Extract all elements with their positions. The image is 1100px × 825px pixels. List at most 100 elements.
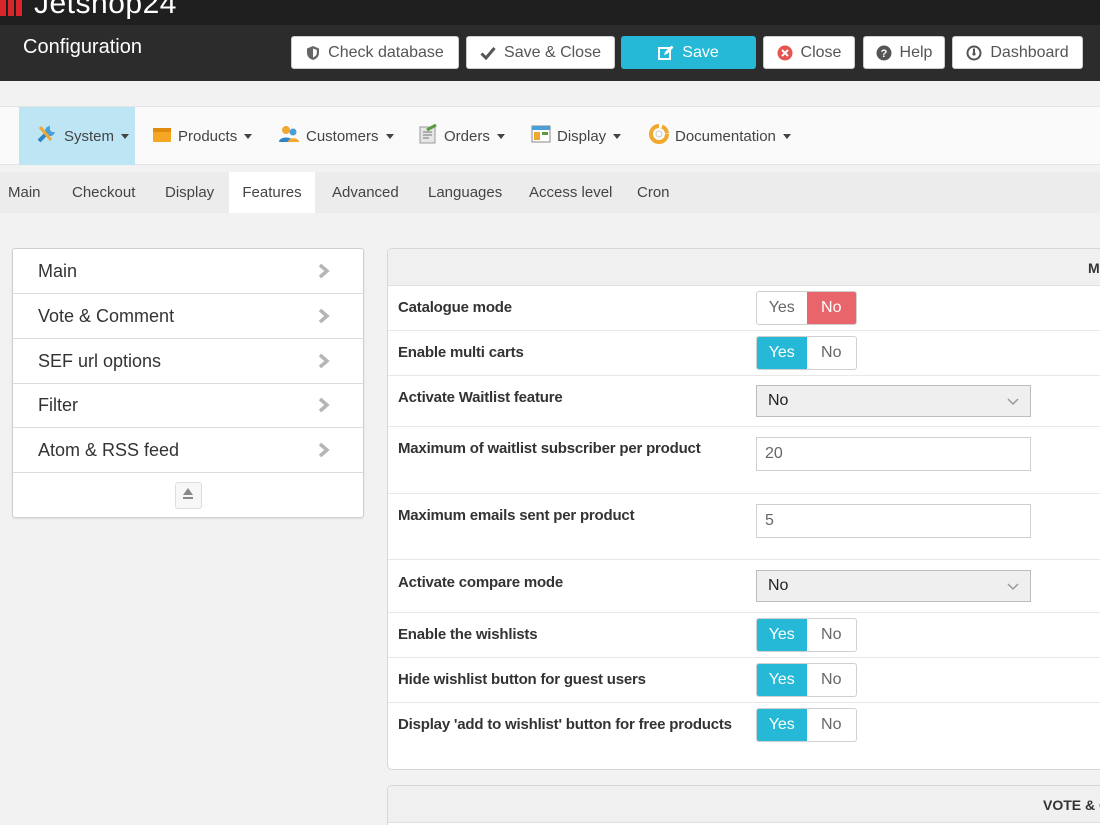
close-circle-icon [777,45,793,61]
menu-item-customers-label: Customers [306,127,379,145]
compare-mode-select[interactable]: No [756,570,1031,602]
setting-label: Maximum of waitlist subscriber per produ… [398,440,701,457]
section-nav-item-vote-comment[interactable]: Vote & Comment [13,294,363,339]
section-nav-item-filter[interactable]: Filter [13,383,363,428]
tab-checkout[interactable]: Checkout [72,172,135,213]
scroll-top-button[interactable] [174,481,202,509]
close-label: Close [800,43,842,61]
close-button[interactable]: Close [763,36,855,69]
edit-icon [658,45,674,61]
panel-title: M [1088,260,1100,276]
hide-wishlist-guest-switch[interactable]: Yes No [756,663,857,697]
menu-item-system-label: System [64,127,115,145]
brand-bar: Jetshop24 [0,0,1100,25]
emails-max-input[interactable] [756,504,1031,538]
vote-comment-panel: VOTE & C [387,785,1100,825]
main-menu: System Products Customers Orders Display [0,106,1100,165]
tab-access-level[interactable]: Access level [529,172,612,213]
chevron-right-icon [317,397,331,413]
page-title: Configuration [23,36,142,58]
menu-item-products-label: Products [178,127,238,145]
setting-label: Maximum emails sent per product [398,507,635,524]
setting-label: Catalogue mode [398,299,512,316]
chevron-right-icon [317,308,331,324]
section-nav-label: Atom & RSS feed [38,439,180,460]
switch-no[interactable]: No [807,619,857,651]
multi-carts-switch[interactable]: Yes No [756,336,857,370]
menu-item-orders[interactable]: Orders [418,107,505,165]
menu-item-display-label: Display [557,127,607,145]
help-button[interactable]: ? Help [863,36,945,69]
setting-label: Activate compare mode [398,574,564,591]
switch-yes[interactable]: Yes [757,619,807,651]
config-tabs: Main Checkout Display Features Advanced … [0,172,1100,213]
section-nav-footer [13,473,363,517]
chevron-down-icon [613,133,622,139]
menu-item-orders-label: Orders [444,127,490,145]
brand-logo[interactable]: Jetshop24 [0,0,177,21]
chevron-right-icon [317,442,331,458]
switch-yes[interactable]: Yes [757,337,807,369]
features-main-panel: M Catalogue mode Yes No Enable multi car… [387,248,1100,770]
section-nav: Main Vote & Comment SEF url options Filt… [12,248,364,518]
chevron-down-icon [1006,395,1020,407]
tab-cron[interactable]: Cron [637,172,670,213]
setting-label: Display 'add to wishlist' button for fre… [398,716,732,733]
tab-display[interactable]: Display [165,172,214,213]
menu-item-products[interactable]: Products [152,107,253,165]
setting-label: Enable the wishlists [398,626,538,643]
catalogue-mode-switch[interactable]: Yes No [756,291,857,325]
box-icon [152,124,172,148]
menu-item-system[interactable]: System [19,107,135,165]
waitlist-select[interactable]: No [756,385,1031,417]
svg-text:?: ? [880,48,887,60]
setting-row-emails-max: Maximum emails sent per product [388,494,1100,560]
setting-row-waitlist-max: Maximum of waitlist subscriber per produ… [388,427,1100,494]
save-button[interactable]: Save [621,36,756,69]
switch-no[interactable]: No [807,709,857,741]
tools-icon [36,124,58,148]
switch-no[interactable]: No [807,664,857,696]
check-database-button[interactable]: Check database [291,36,459,69]
setting-label: Enable multi carts [398,344,524,361]
setting-row-hide-wishlist-guest: Hide wishlist button for guest users Yes… [388,658,1100,703]
orders-icon [418,123,438,148]
panel-title: VOTE & C [1043,797,1100,813]
save-close-button[interactable]: Save & Close [466,36,615,69]
menu-item-customers[interactable]: Customers [278,107,394,165]
select-value: No [768,392,789,409]
section-nav-label: Main [38,260,78,281]
chevron-down-icon [385,133,394,139]
switch-yes[interactable]: Yes [757,292,807,324]
tab-languages[interactable]: Languages [428,172,502,213]
select-value: No [768,577,789,594]
display-icon [531,124,551,148]
menu-item-documentation[interactable]: Documentation [649,107,791,165]
tab-advanced[interactable]: Advanced [332,172,399,213]
chevron-down-icon [121,133,130,139]
switch-yes[interactable]: Yes [757,709,807,741]
wishlist-free-switch[interactable]: Yes No [756,708,857,742]
chevron-right-icon [317,263,331,279]
users-icon [278,124,300,148]
switch-no[interactable]: No [806,292,856,324]
tab-main[interactable]: Main [8,172,41,213]
switch-yes[interactable]: Yes [757,664,807,696]
tab-features[interactable]: Features [229,172,315,213]
chevron-down-icon [782,133,791,139]
chevron-down-icon [244,133,253,139]
brand-name: Jetshop24 [34,0,177,20]
section-nav-item-sef-url[interactable]: SEF url options [13,339,363,384]
section-nav-label: Vote & Comment [38,305,175,326]
wishlists-switch[interactable]: Yes No [756,618,857,652]
section-nav-item-atom-rss[interactable]: Atom & RSS feed [13,428,363,473]
menu-item-display[interactable]: Display [531,107,622,165]
panel-header: M [388,249,1100,286]
setting-row-wishlists: Enable the wishlists Yes No [388,613,1100,658]
switch-no[interactable]: No [807,337,857,369]
section-nav-item-main[interactable]: Main [13,249,363,294]
chevron-down-icon [1006,580,1020,592]
setting-row-catalogue-mode: Catalogue mode Yes No [388,286,1100,331]
dashboard-button[interactable]: Dashboard [952,36,1083,69]
waitlist-max-input[interactable] [756,437,1031,471]
